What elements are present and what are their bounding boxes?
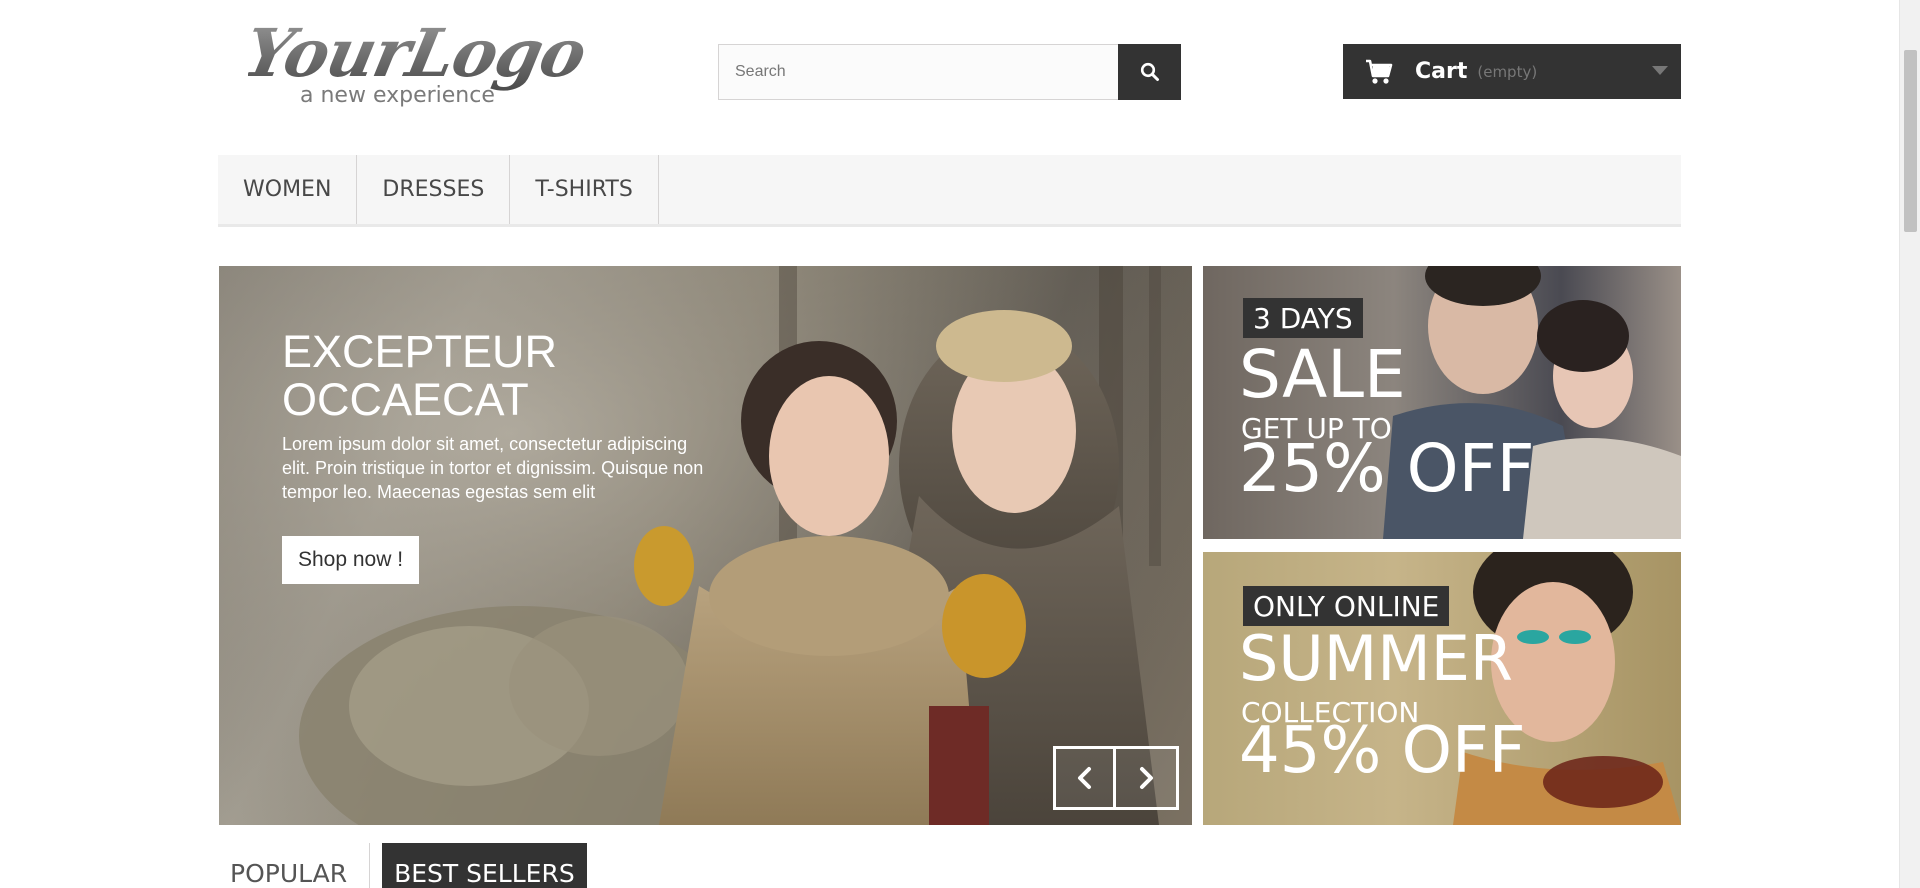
page-scrollbar[interactable] xyxy=(1899,0,1920,888)
logo-text: YourLogo xyxy=(248,14,594,92)
main-container: YourLogo a new experience Cart xyxy=(218,0,1681,888)
cart-block[interactable]: Cart (empty) xyxy=(1343,44,1681,99)
site-logo[interactable]: YourLogo a new experience xyxy=(248,12,608,112)
caret-down-icon[interactable] xyxy=(1652,66,1668,75)
slider-next-button[interactable] xyxy=(1116,749,1176,807)
menu-item-tshirts[interactable]: T-shirts xyxy=(510,155,659,224)
tab-best-sellers[interactable]: Best Sellers xyxy=(382,843,587,888)
page: YourLogo a new experience Cart xyxy=(0,0,1920,888)
cart-status: (empty) xyxy=(1477,62,1538,81)
shopping-cart-icon xyxy=(1366,59,1393,84)
menu-item-dresses[interactable]: Dresses xyxy=(357,155,511,224)
cart-label: Cart xyxy=(1415,59,1468,84)
slider-prev-button[interactable] xyxy=(1056,749,1116,807)
product-tabs: Popular Best Sellers xyxy=(218,843,587,888)
banner-sale[interactable]: 3 Days Sale Get up to 25% off xyxy=(1203,266,1681,539)
slider-controls xyxy=(1053,746,1179,810)
banner-summer-title: Summer xyxy=(1239,622,1513,695)
tab-popular[interactable]: Popular xyxy=(218,843,371,888)
banner-summer-tag: Only online xyxy=(1243,586,1450,626)
scrollbar-thumb[interactable] xyxy=(1904,50,1917,232)
slide-text: Lorem ipsum dolor sit amet, consectetur … xyxy=(282,434,704,502)
homepage-slider: Excepteur occaecat Lorem ipsum dolor sit… xyxy=(219,266,1192,825)
logo-graphic: YourLogo a new experience xyxy=(248,14,594,108)
search-icon xyxy=(1140,62,1159,81)
logo-tagline: a new experience xyxy=(300,83,495,108)
banner-summer[interactable]: Only online Summer Collection 45% off xyxy=(1203,552,1681,825)
banner-sale-discount: 25% off xyxy=(1239,430,1535,507)
search-button[interactable] xyxy=(1118,44,1181,100)
shop-now-button[interactable]: Shop now ! xyxy=(282,536,420,584)
chevron-left-icon xyxy=(1077,767,1091,789)
search-form xyxy=(718,44,1181,100)
search-input[interactable] xyxy=(718,44,1118,100)
banner-sale-tag: 3 Days xyxy=(1243,298,1363,338)
menu-item-women[interactable]: Women xyxy=(218,155,358,224)
banner-summer-discount: 45% off xyxy=(1239,714,1526,788)
banner-sale-title: Sale xyxy=(1239,336,1406,413)
slide-title: Excepteur occaecat xyxy=(282,326,558,425)
top-menu: Women Dresses T-shirts xyxy=(218,155,1681,227)
chevron-right-icon xyxy=(1140,767,1153,789)
